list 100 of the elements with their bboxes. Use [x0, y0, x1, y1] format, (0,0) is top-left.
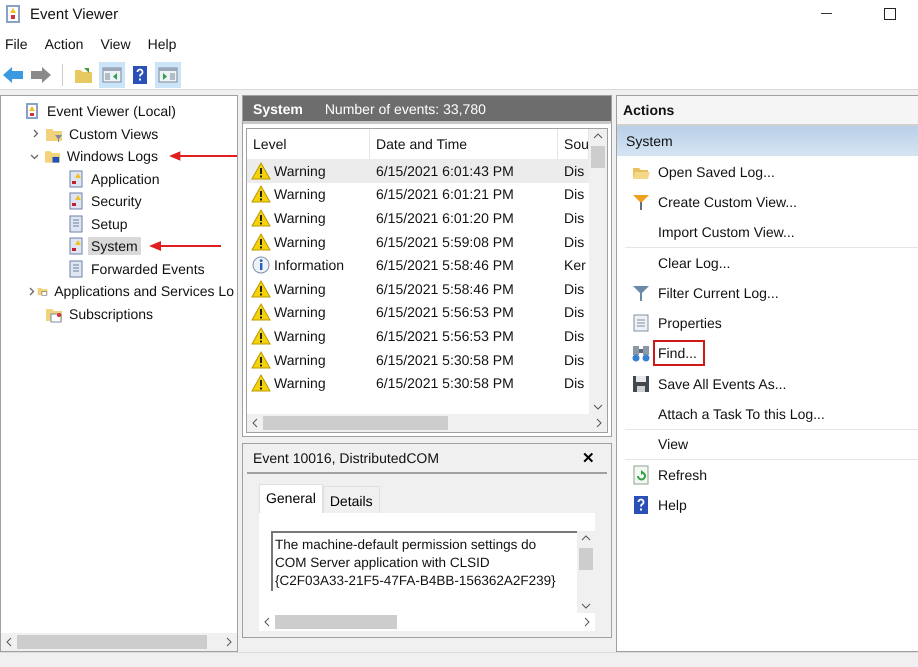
pane-icon	[101, 64, 123, 84]
table-cell-text: Dis	[563, 375, 586, 392]
tab[interactable]: Details	[322, 486, 380, 513]
warning-icon	[251, 374, 271, 392]
close-button[interactable]: ✕	[578, 449, 599, 467]
binoculars-icon	[631, 343, 651, 364]
expand-icon[interactable]	[30, 129, 40, 138]
tree-item[interactable]: Application	[88, 170, 162, 188]
tree-item[interactable]: Windows Logs	[64, 147, 161, 166]
warning-icon	[251, 162, 271, 180]
warning-icon	[251, 232, 271, 251]
actions-pane-link[interactable]: Save All Events As...	[653, 370, 794, 397]
scroll-down-icon[interactable]	[593, 403, 603, 411]
scrollbar-thumb[interactable]	[591, 146, 605, 168]
toolbar-button[interactable]	[99, 62, 125, 88]
actions-pane-link[interactable]: Refresh	[653, 462, 716, 488]
warning-icon	[251, 280, 271, 298]
log-icon	[67, 237, 85, 256]
log-icon	[67, 170, 85, 188]
pane-icon	[157, 64, 179, 84]
menu-item[interactable]: View	[100, 36, 131, 52]
table-cell: Information	[274, 257, 344, 274]
scroll-left-icon[interactable]	[263, 617, 271, 627]
refresh-icon	[631, 464, 651, 485]
scroll-right-icon[interactable]	[225, 637, 233, 647]
menu-item[interactable]: File	[5, 36, 28, 52]
scroll-left-icon[interactable]	[5, 637, 13, 647]
properties-icon	[631, 313, 651, 334]
table-cell: Warning	[274, 234, 326, 250]
tree-item[interactable]: Applications and Services Lo	[51, 282, 237, 300]
table-cell-text: 6/15/2021 5:58:46 PM	[375, 257, 515, 274]
scroll-up-icon[interactable]	[581, 534, 591, 542]
menu-item[interactable]: Action	[44, 36, 84, 52]
tree-item[interactable]: Forwarded Events	[88, 260, 208, 278]
table-cell-text: Dis	[563, 234, 586, 250]
scroll-up-icon[interactable]	[593, 132, 603, 140]
table-cell-text: Dis	[563, 328, 586, 344]
tree-item[interactable]: Setup	[88, 214, 131, 233]
actions-pane-link[interactable]: Filter Current Log...	[653, 280, 787, 306]
event-count: Number of events: 33,780	[324, 100, 486, 116]
help-icon	[631, 494, 651, 515]
table-cell-text: 6/15/2021 5:58:46 PM	[375, 280, 515, 297]
log-icon	[67, 192, 85, 210]
table-cell: Warning	[274, 352, 326, 368]
tab[interactable]: General	[259, 484, 323, 513]
table-cell-text: 6/15/2021 5:30:58 PM	[375, 375, 515, 392]
actions-header: Actions	[617, 96, 918, 126]
event-title: Event 10016, DistributedCOM	[253, 450, 439, 466]
scroll-left-icon[interactable]	[251, 418, 259, 428]
tree-item[interactable]: Subscriptions	[66, 304, 156, 323]
tree-item[interactable]: Security	[88, 192, 145, 210]
actions-pane-link[interactable]: Create Custom View...	[653, 188, 806, 215]
actions-pane-link[interactable]: Import Custom View...	[653, 219, 803, 246]
actions-pane-link[interactable]: Help	[653, 492, 695, 518]
actions-pane-link[interactable]: View	[653, 431, 696, 458]
tree-item[interactable]: Event Viewer (Local)	[44, 102, 179, 120]
table-cell-text: Dis	[563, 280, 586, 297]
table-cell: Warning	[274, 210, 326, 226]
log-icon	[67, 260, 85, 278]
warning-icon	[251, 185, 271, 204]
actions-pane-link[interactable]: Open Saved Log...	[653, 158, 783, 185]
scroll-right-icon[interactable]	[583, 617, 591, 627]
scrollbar-thumb[interactable]	[275, 615, 397, 629]
tree-item[interactable]: Custom Views	[66, 124, 162, 143]
scrollbar-thumb[interactable]	[17, 635, 207, 649]
back-arrow-icon	[2, 64, 24, 84]
table-cell: Warning	[274, 162, 326, 179]
table-cell: Warning	[274, 304, 326, 320]
event-viewer-icon	[23, 102, 41, 120]
scroll-right-icon[interactable]	[595, 418, 603, 428]
minimize-icon[interactable]	[820, 13, 832, 15]
scrollbar-thumb[interactable]	[263, 416, 448, 430]
toolbar-button[interactable]	[155, 62, 181, 88]
menu-item[interactable]: Help	[148, 36, 176, 52]
event-viewer-icon	[4, 4, 22, 24]
maximize-icon[interactable]	[884, 8, 896, 20]
actions-pane-link[interactable]: Properties	[653, 310, 730, 336]
tree-item[interactable]: System	[88, 237, 141, 256]
warning-icon	[251, 350, 271, 369]
warning-icon	[251, 326, 271, 345]
info-icon	[251, 256, 271, 274]
collapse-icon[interactable]	[30, 152, 39, 161]
table-cell-text: Dis	[563, 162, 586, 179]
actions-section[interactable]: System	[617, 126, 918, 156]
table-cell-text: Dis	[563, 210, 586, 226]
table-cell-text: 6/15/2021 5:56:53 PM	[375, 304, 515, 320]
table-cell-text: 6/15/2021 5:56:53 PM	[375, 328, 515, 344]
log-icon	[67, 214, 85, 233]
scroll-down-icon[interactable]	[581, 602, 591, 610]
table-cell: Warning	[274, 375, 326, 392]
actions-pane-link[interactable]: Attach a Task To this Log...	[653, 401, 833, 428]
actions-pane-link[interactable]: Clear Log...	[653, 250, 738, 276]
scrollbar-thumb[interactable]	[579, 548, 593, 570]
window-title: Event Viewer	[30, 6, 120, 22]
table-cell: Warning	[274, 328, 326, 344]
actions-pane-link[interactable]: Find...	[653, 340, 705, 366]
expand-icon[interactable]	[26, 286, 36, 296]
table-cell: Warning	[274, 280, 326, 297]
table-cell-text: 6/15/2021 5:30:58 PM	[375, 352, 515, 368]
table-cell-text: 6/15/2021 5:59:08 PM	[375, 234, 515, 250]
